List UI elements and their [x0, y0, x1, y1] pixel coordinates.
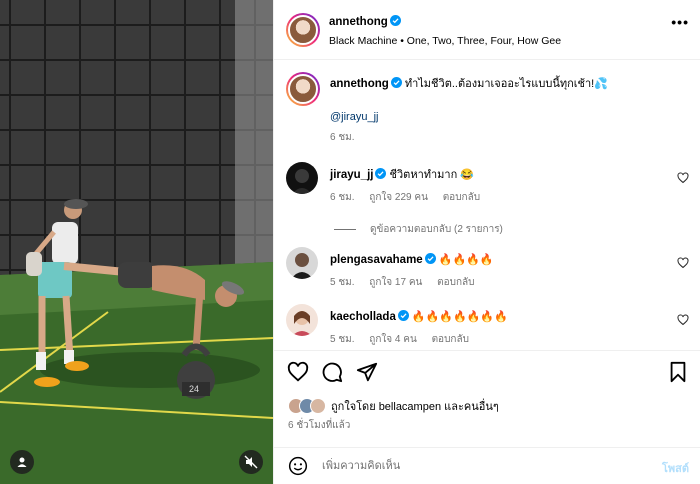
likes-summary-text: ถูกใจโดย bellacampen และคนอื่นๆ	[331, 401, 499, 413]
workout-photo: 24	[0, 0, 273, 484]
comment-time[interactable]: 5 ชม.	[330, 334, 355, 345]
comment-reply-button[interactable]: ตอบกลับ	[437, 277, 474, 288]
verified-icon	[389, 15, 401, 26]
comment-body: plengasavahame 🔥🔥🔥🔥	[330, 253, 660, 267]
comment-meta: 5 ชม. ถูกใจ 4 คน ตอบกลับ	[330, 332, 481, 347]
caption-username[interactable]: annethong	[330, 77, 402, 90]
comment-username[interactable]: jirayu_jj	[330, 168, 387, 181]
heart-icon[interactable]	[677, 257, 689, 269]
bookmark-icon[interactable]	[667, 361, 689, 383]
comment-avatar[interactable]	[286, 304, 318, 336]
verified-icon	[397, 310, 409, 321]
add-comment-bar: โพสต์	[274, 447, 700, 484]
verified-icon	[375, 168, 387, 179]
comment-text: 🔥🔥🔥🔥	[438, 254, 494, 266]
comment-text: ชีวิตหาทำมาก 😂	[389, 169, 475, 181]
post-media[interactable]: 24	[0, 0, 273, 484]
comment-body: jirayu_jj ชีวิตหาทำมาก 😂	[330, 168, 660, 182]
comment-reply-button[interactable]: ตอบกลับ	[443, 192, 480, 203]
post-details-panel: annethong Black Machine • One, Two, Thre…	[273, 0, 700, 484]
caption-meta: 6 ชม.	[330, 130, 367, 145]
comment-avatar[interactable]	[286, 162, 318, 194]
comment-likes[interactable]: ถูกใจ 4 คน	[369, 334, 417, 345]
heart-icon[interactable]	[287, 361, 309, 383]
heart-icon[interactable]	[677, 172, 689, 184]
comment-meta: 6 ชม. ถูกใจ 229 คน ตอบกลับ	[330, 190, 492, 205]
comment-text: 🔥🔥🔥🔥🔥🔥🔥	[411, 311, 508, 323]
caption-body: annethong ทำไมชีวิต..ต้องมาเจออะไรแบบนี้…	[330, 77, 660, 91]
likes-summary[interactable]: ถูกใจโดย bellacampen และคนอื่นๆ	[288, 397, 499, 415]
caption-avatar[interactable]	[286, 72, 320, 106]
more-options-button[interactable]: •••	[671, 14, 689, 30]
author-username[interactable]: annethong	[329, 15, 401, 28]
comment-time[interactable]: 6 ชม.	[330, 192, 355, 203]
replies-divider	[334, 229, 356, 230]
heart-icon[interactable]	[677, 314, 689, 326]
caption-mention-row: @jirayu_jj	[330, 110, 660, 124]
comment-likes[interactable]: ถูกใจ 229 คน	[369, 192, 428, 203]
comment-reply-button[interactable]: ตอบกลับ	[432, 334, 469, 345]
post-comment-button[interactable]: โพสต์	[662, 459, 689, 477]
comment-username[interactable]: plengasavahame	[330, 253, 436, 266]
caption-mention[interactable]: @jirayu_jj	[330, 111, 378, 123]
comment-likes[interactable]: ถูกใจ 17 คน	[369, 277, 422, 288]
comment-meta: 5 ชม. ถูกใจ 17 คน ตอบกลับ	[330, 275, 487, 290]
emoji-icon[interactable]	[288, 456, 308, 476]
verified-icon	[390, 77, 402, 88]
mute-icon	[244, 455, 258, 469]
music-track[interactable]: Black Machine • One, Two, Three, Four, H…	[329, 35, 561, 47]
post-timestamp[interactable]: 6 ชั่วโมงที่แล้ว	[288, 418, 350, 433]
caption-text: ทำไมชีวิต..ต้องมาเจออะไรแบบนี้ทุกเช้า!💦	[404, 78, 608, 90]
comments-list[interactable]: annethong ทำไมชีวิต..ต้องมาเจออะไรแบบนี้…	[274, 61, 700, 349]
comment-username[interactable]: kaechollada	[330, 310, 409, 323]
user-icon	[17, 457, 27, 467]
mute-button[interactable]	[239, 450, 263, 474]
comment-avatar[interactable]	[286, 247, 318, 279]
author-avatar[interactable]	[286, 13, 320, 47]
kettlebell-label: 24	[189, 384, 199, 394]
comment-time[interactable]: 5 ชม.	[330, 277, 355, 288]
liker-avatar	[310, 398, 326, 414]
view-replies-label: ดูข้อความตอบกลับ (2 รายการ)	[370, 224, 503, 235]
post-header: annethong Black Machine • One, Two, Thre…	[274, 0, 700, 60]
share-icon[interactable]	[356, 361, 378, 383]
comment-input[interactable]	[322, 458, 622, 474]
caption-time[interactable]: 6 ชม.	[330, 132, 355, 143]
tagged-users-button[interactable]	[10, 450, 34, 474]
view-replies-button[interactable]: ดูข้อความตอบกลับ (2 รายการ)	[334, 222, 503, 237]
verified-icon	[424, 253, 436, 264]
comment-body: kaechollada 🔥🔥🔥🔥🔥🔥🔥	[330, 310, 660, 324]
comment-icon[interactable]	[321, 361, 343, 383]
post-actions: ถูกใจโดย bellacampen และคนอื่นๆ 6 ชั่วโม…	[274, 350, 700, 484]
